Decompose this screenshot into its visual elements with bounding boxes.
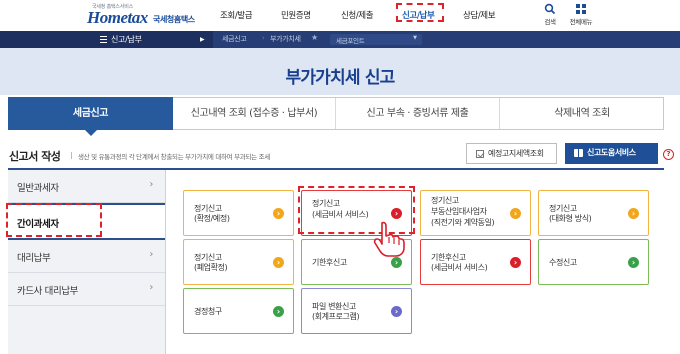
tab-deleted-history[interactable]: 삭제내역 조회 [500,98,664,129]
card-label: 기한후신고 [312,258,347,267]
favorite-star-icon[interactable]: ★ [311,33,318,42]
card-label: 경정청구 [194,307,222,316]
tab-bar: 세금신고 신고내역 조회 (접수증 · 납부서) 신고 부속 · 증빙서류 제출… [8,97,664,136]
tab-attachment-submit[interactable]: 신고 부속 · 증빙서류 제출 [336,98,500,129]
card-label: (세금비서 서비스) [431,263,488,272]
card-correction-claim[interactable]: 경정청구 › [183,288,294,334]
card-regular-filing-closure[interactable]: 정기신고 (폐업확정) › [183,239,294,285]
section-description: 생산 및 유통과정의 각 단계에서 창출되는 부가가치에 대하여 부과되는 조세 [71,152,270,161]
tax-point-dropdown[interactable]: 세금포인트 ▼ [330,34,422,45]
breadcrumb-separator-icon: › [262,34,265,42]
card-label: 정기신고 [194,253,222,262]
breadcrumb-item[interactable]: 부가가치세 [270,34,301,44]
search-label: 검색 [544,18,556,26]
notice-tax-inquiry-label: 예정고지세액조회 [488,149,544,158]
card-late-filing-tax-secretary[interactable]: 기한후신고 (세금비서 서비스) › [420,239,531,285]
tab-tax-filing[interactable]: 세금신고 [8,97,173,136]
side-menu-simplified-taxpayer[interactable]: 간이과세자 [8,203,165,240]
card-regular-filing-rental[interactable]: 정기신고 부동산임대사업자 (직전기와 계약동일) › [420,190,531,236]
card-label: (대화형 방식) [549,214,592,223]
card-label: 부동산임대사업자 [431,207,487,216]
chevron-right-icon: › [149,249,153,260]
card-label: 수정신고 [549,258,577,267]
breadcrumb-item[interactable]: 세금신고 [222,34,247,44]
side-menu-general-taxpayer[interactable]: 일반과세자 › [8,170,165,203]
card-file-conversion-filing[interactable]: 파일 변환신고 (회계프로그램) › [301,288,412,334]
arrow-right-icon: › [273,257,284,268]
hamburger-icon [100,36,107,43]
card-label: (회계프로그램) [312,312,360,321]
menu-dropdown[interactable]: 신고/납부 ▶ [0,31,213,48]
gnb-item-application[interactable]: 신청/제출 [341,9,374,21]
side-menu-label: 카드사 대리납부 [17,286,78,297]
top-header: 국세청 홈택스서비스 Hometax 국세청홈택스 조회/발급 민원증명 신청/… [0,0,680,31]
side-menu-label: 대리납부 [17,253,51,264]
gnb-item-consult[interactable]: 상담/제보 [463,9,496,21]
side-menu-card-proxy-payment[interactable]: 카드사 대리납부 › [8,273,165,306]
search-button[interactable]: 검색 [535,3,565,27]
gnb-item-filing-payment[interactable]: 신고/납부 [402,9,435,21]
book-icon [574,149,583,157]
gnb-item-inquiry[interactable]: 조회/발급 [220,9,253,21]
card-label: (세금비서 서비스) [312,210,369,219]
card-label: 정기신고 [194,204,222,213]
chevron-right-icon: › [149,179,153,190]
help-question-icon[interactable]: ? [663,149,674,160]
location-bar: 신고/납부 ▶ 세금신고 › 부가가치세 ★ 세금포인트 ▼ [0,31,680,48]
card-regular-filing-confirm[interactable]: 정기신고 (확정/예정) › [183,190,294,236]
menu-dropdown-label: 신고/납부 [111,35,142,44]
card-label: (확정/예정) [194,214,230,223]
card-label: (폐업확정) [194,263,228,272]
title-banner: 부가가치세 신고 [0,48,680,95]
side-menu-label: 간이과세자 [17,219,59,230]
grid-menu-icon [576,4,586,14]
checkbox-icon [476,150,484,158]
arrow-right-icon: › [273,208,284,219]
hand-pointer-icon [373,221,405,257]
card-label: 정기신고 [431,196,459,205]
arrow-right-icon: › [391,257,402,268]
card-label: 정기신고 [549,204,577,213]
search-icon [544,3,556,15]
card-label: 파일 변환신고 [312,302,356,311]
filing-help-service-label: 신고도움서비스 [587,148,636,157]
arrow-right-icon: › [391,306,402,317]
arrow-right-icon: › [510,257,521,268]
card-amended-filing[interactable]: 수정신고 › [538,239,649,285]
arrow-right-icon: › [628,257,639,268]
all-menu-label: 전체메뉴 [569,18,593,26]
chevron-down-icon: ▼ [413,35,417,41]
gnb-item-certificate[interactable]: 민원증명 [281,9,311,21]
arrow-right-icon: › [391,208,402,219]
tab-filing-history[interactable]: 신고내역 조회 (접수증 · 납부서) [173,98,336,129]
side-menu-label: 일반과세자 [17,183,59,194]
side-menu-proxy-payment[interactable]: 대리납부 › [8,240,165,273]
card-regular-filing-interactive[interactable]: 정기신고 (대화형 방식) › [538,190,649,236]
chevron-right-icon: › [149,282,153,293]
filing-help-service-button[interactable]: 신고도움서비스 [565,143,658,164]
tax-point-label: 세금포인트 [336,37,365,45]
caret-right-icon: ▶ [200,36,205,43]
card-label: 기한후신고 [431,253,466,262]
arrow-right-icon: › [510,208,521,219]
arrow-right-icon: › [628,208,639,219]
all-menu-button[interactable]: 전체메뉴 [566,3,596,27]
arrow-right-icon: › [273,306,284,317]
section-title: 신고서 작성 [9,150,61,163]
page-title: 부가가치세 신고 [285,68,396,88]
card-label: 정기신고 [312,199,340,208]
card-label: (직전기와 계약동일) [431,218,495,227]
side-menu-filler [8,306,165,354]
notice-tax-inquiry-button[interactable]: 예정고지세액조회 [466,143,557,164]
